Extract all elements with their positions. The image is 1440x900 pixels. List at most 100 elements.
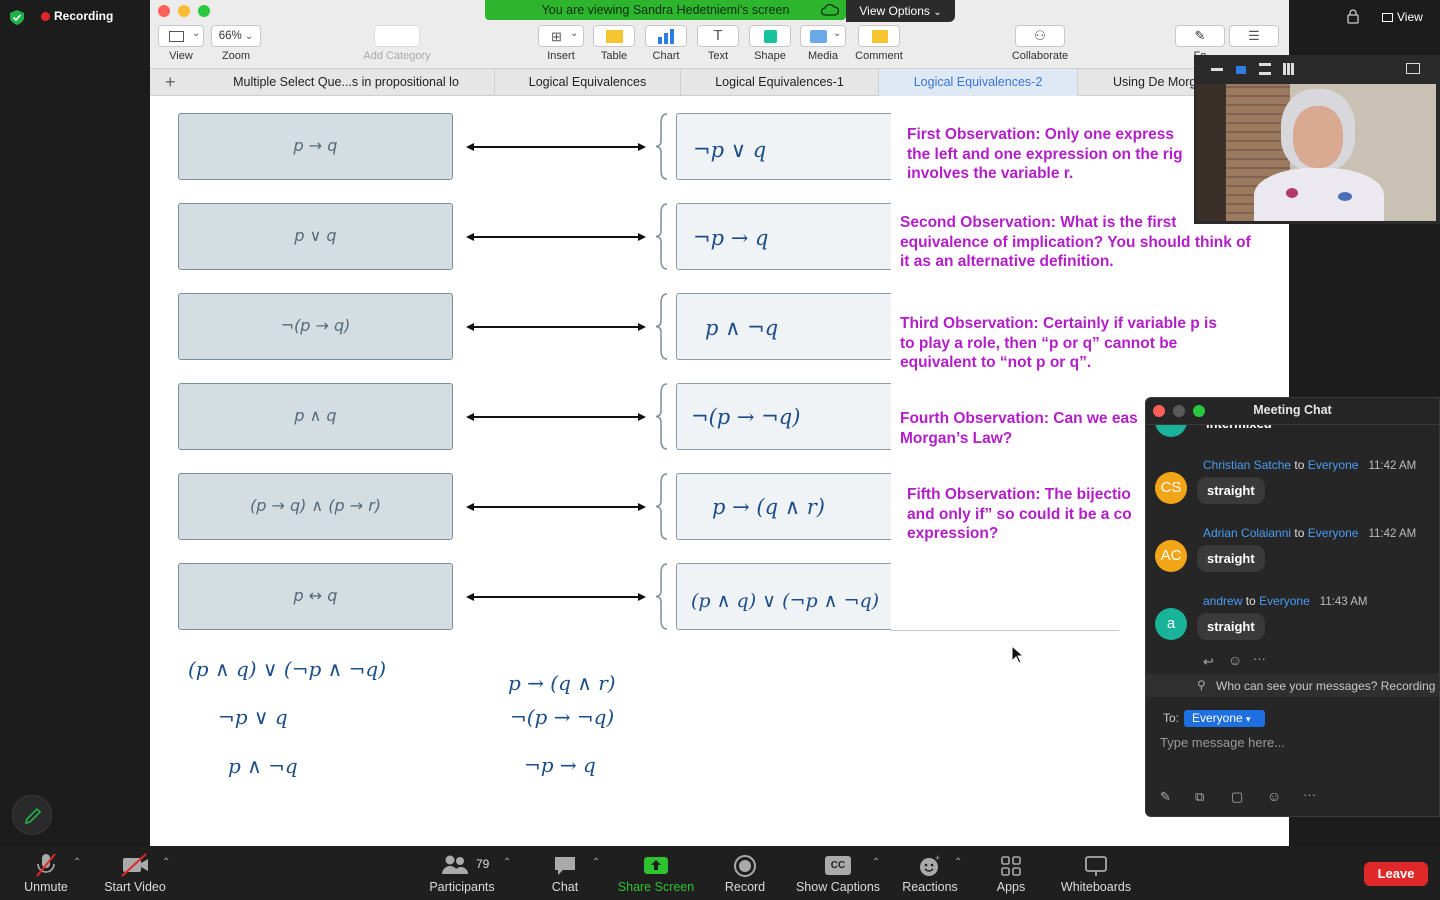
chevron-up-icon[interactable]: ⌃ <box>503 857 511 868</box>
format-text-icon[interactable]: ✎ <box>1160 789 1171 805</box>
apps-button[interactable]: Apps <box>990 850 1032 894</box>
paintbrush-icon: ✎ <box>1175 25 1225 47</box>
participants-icon <box>442 855 468 874</box>
brace-icon <box>655 293 668 360</box>
whiteboards-button[interactable]: Whiteboards <box>1058 850 1134 894</box>
view-menu-button[interactable]: View <box>1382 8 1423 26</box>
recipient-value: Everyone <box>1192 711 1243 725</box>
tab-logical-equivalences-2[interactable]: Logical Equivalences-2 <box>879 69 1078 96</box>
chevron-up-icon[interactable]: ⌃ <box>162 857 170 868</box>
start-video-button[interactable]: Start Video <box>100 850 170 894</box>
strip-view-icon[interactable] <box>1259 63 1271 75</box>
message-bubble[interactable]: straight <box>1197 613 1265 640</box>
more-options-icon[interactable]: ··· <box>1303 787 1316 802</box>
minimize-window-button[interactable] <box>178 5 190 17</box>
chevron-up-icon[interactable]: ⌃ <box>872 857 880 868</box>
bottom-expression[interactable]: ¬(p → ¬q) <box>510 705 614 729</box>
right-expression-box[interactable]: (p ∧ q) ∨ (¬p ∧ ¬q) <box>676 563 891 630</box>
close-window-button[interactable] <box>158 5 170 17</box>
chevron-up-icon[interactable]: ⌃ <box>954 857 962 868</box>
left-expression-box[interactable]: p ∨ q <box>178 203 453 270</box>
sender-name[interactable]: andrew <box>1203 594 1242 608</box>
minimize-video-icon[interactable] <box>1211 68 1223 71</box>
emoji-icon[interactable]: ☺ <box>1267 788 1281 804</box>
privacy-notice[interactable]: Who can see your messages? Recording <box>1216 679 1438 693</box>
right-expression-box[interactable]: ¬p ∨ q <box>676 113 891 180</box>
table-button[interactable]: Table <box>593 25 635 62</box>
bottom-expression[interactable]: ¬p → q <box>524 753 596 777</box>
chat-button[interactable]: Chat <box>540 850 590 894</box>
media-button[interactable]: ⌄ Media <box>800 25 846 62</box>
view-options-button[interactable]: View Options ⌄ <box>846 0 955 22</box>
reactions-button[interactable]: + Reactions <box>900 850 960 894</box>
record-icon <box>734 855 756 877</box>
left-expression-box[interactable]: p → q <box>178 113 453 180</box>
chart-button[interactable]: Chart <box>645 25 687 62</box>
emoji-react-icon[interactable]: ☺ <box>1228 652 1242 668</box>
whiteboards-label: Whiteboards <box>1060 880 1132 894</box>
message-bubble[interactable]: straight <box>1197 477 1265 504</box>
message-header: andrew to Everyone 11:43 AM <box>1203 594 1368 608</box>
right-expression-box[interactable]: p ∧ ¬q <box>676 293 891 360</box>
view-toolbar-button[interactable]: ⌄ View <box>158 25 204 62</box>
tab-multiple-select[interactable]: Multiple Select Que...s in propositional… <box>198 69 495 96</box>
more-icon[interactable]: ··· <box>1253 651 1266 666</box>
speaker-view-icon[interactable] <box>1236 66 1246 74</box>
sender-name[interactable]: Adrian Colaianni <box>1203 526 1291 540</box>
document-button[interactable]: ☰ <box>1229 25 1279 47</box>
shape-button[interactable]: Shape <box>749 25 791 62</box>
text-label: Text <box>707 50 729 62</box>
avatar: a <box>1155 608 1187 640</box>
left-expression-box[interactable]: (p → q) ∧ (p → r) <box>178 473 453 540</box>
reply-icon[interactable]: ↩ <box>1203 654 1214 670</box>
right-expression-box[interactable]: ¬(p → ¬q) <box>676 383 891 450</box>
text-button[interactable]: T Text <box>697 25 739 62</box>
share-screen-button[interactable]: Share Screen <box>615 850 697 894</box>
zoom-select[interactable]: 66% ⌄ Zoom <box>211 25 261 62</box>
gallery-view-icon[interactable] <box>1283 63 1295 75</box>
add-category-button[interactable]: Add Category <box>360 25 434 62</box>
tab-logical-equivalences-1[interactable]: Logical Equivalences-1 <box>681 69 879 96</box>
muted-mic-icon <box>36 853 56 877</box>
participants-label: Participants <box>429 880 495 894</box>
recipient-select[interactable]: Everyone ▾ <box>1184 710 1265 727</box>
recipient-name: Everyone <box>1307 526 1359 540</box>
device-icon[interactable] <box>1346 9 1360 24</box>
participants-button[interactable]: 79 Participants <box>425 850 499 894</box>
captions-icon: CC <box>825 856 851 875</box>
list-icon <box>374 25 420 47</box>
leave-button[interactable]: Leave <box>1364 862 1428 886</box>
right-expression-box[interactable]: ¬p → q <box>676 203 891 270</box>
sender-name[interactable]: Christian Satche <box>1203 458 1291 472</box>
chevron-up-icon[interactable]: ⌃ <box>592 857 600 868</box>
collaborate-button[interactable]: ⚇ Collaborate <box>1005 25 1075 62</box>
left-expression-box[interactable]: ¬(p → q) <box>178 293 453 360</box>
chat-message-input[interactable]: Type message here... <box>1160 735 1430 750</box>
tab-logical-equivalences[interactable]: Logical Equivalences <box>495 69 681 96</box>
add-tab-icon[interactable]: + <box>165 72 183 92</box>
chart-label: Chart <box>652 50 680 62</box>
right-expression-box[interactable]: p → (q ∧ r) <box>676 473 891 540</box>
pop-out-icon[interactable] <box>1406 63 1420 74</box>
screenshot-icon[interactable]: ⧉ <box>1195 789 1204 805</box>
bottom-expression[interactable]: ¬p ∨ q <box>218 705 288 729</box>
left-expression-box[interactable]: p ∧ q <box>178 383 453 450</box>
show-captions-button[interactable]: CC Show Captions <box>793 850 883 894</box>
bottom-expression[interactable]: (p ∧ q) ∨ (¬p ∧ ¬q) <box>188 657 386 681</box>
annotate-button[interactable] <box>12 795 52 835</box>
avatar: CS <box>1155 472 1187 504</box>
message-bubble[interactable]: straight <box>1197 545 1265 572</box>
chevron-up-icon[interactable]: ⌃ <box>73 857 81 868</box>
bottom-expression[interactable]: p ∧ ¬q <box>228 754 298 778</box>
maximize-window-button[interactable] <box>198 5 210 17</box>
to-word: to <box>1294 458 1305 472</box>
insert-button[interactable]: ⊞ ⌄ Insert <box>538 25 584 62</box>
participant-video[interactable] <box>1196 84 1436 221</box>
file-icon[interactable]: ▢ <box>1231 789 1243 805</box>
bottom-expression[interactable]: p → (q ∧ r) <box>508 671 616 695</box>
left-expression-box[interactable]: p ↔ q <box>178 563 453 630</box>
show-captions-label: Show Captions <box>795 880 881 894</box>
comment-button[interactable]: Comment <box>852 25 906 62</box>
unmute-button[interactable]: Unmute <box>16 850 76 894</box>
record-button[interactable]: Record <box>720 850 770 894</box>
